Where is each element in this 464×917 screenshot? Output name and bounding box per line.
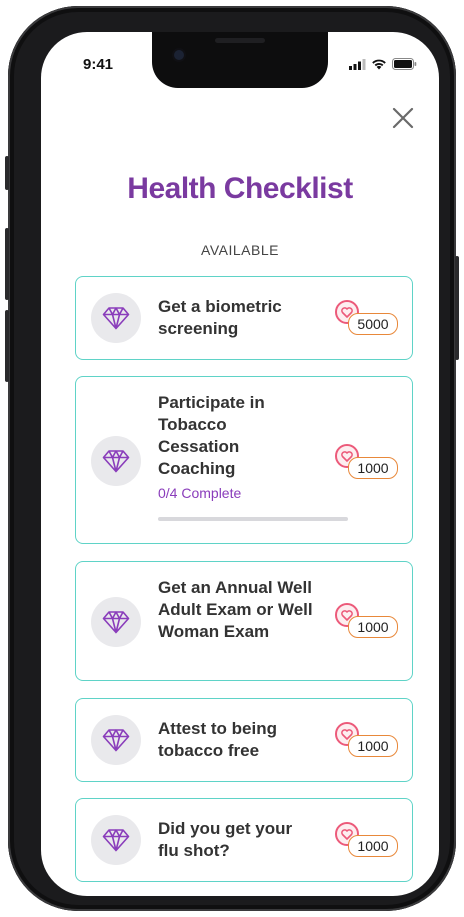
points-value: 5000 bbox=[348, 313, 398, 335]
status-time: 9:41 bbox=[83, 56, 114, 73]
reward-points: 1000 bbox=[334, 602, 400, 642]
item-title: Participate in Tobacco Cessation Coachin… bbox=[158, 393, 265, 478]
phone-frame: 9:41 Health Checklist AVAILABLE Get a bi… bbox=[5, 6, 459, 911]
reward-points: 1000 bbox=[334, 721, 400, 761]
item-icon-circle bbox=[91, 293, 141, 343]
points-value: 1000 bbox=[348, 616, 398, 638]
diamond-icon bbox=[102, 729, 130, 752]
diamond-icon bbox=[102, 611, 130, 634]
item-title: Attest to being tobacco free bbox=[158, 719, 277, 760]
diamond-icon bbox=[102, 450, 130, 473]
item-progress: 0/4 Complete bbox=[158, 485, 242, 501]
item-icon-circle bbox=[91, 815, 141, 865]
reward-points: 1000 bbox=[334, 821, 400, 861]
page-title: Health Checklist bbox=[127, 172, 353, 205]
checklist-item[interactable]: Did you get your flu shot? 1000 bbox=[75, 798, 413, 882]
checklist-item[interactable]: Participate in Tobacco Cessation Coachin… bbox=[75, 376, 413, 544]
checklist-item[interactable]: Attest to being tobacco free 1000 bbox=[75, 698, 413, 782]
reward-points: 5000 bbox=[334, 299, 400, 339]
section-label-available: AVAILABLE bbox=[201, 242, 279, 258]
points-value: 1000 bbox=[348, 457, 398, 479]
reward-points: 1000 bbox=[334, 443, 400, 483]
diamond-icon bbox=[102, 829, 130, 852]
item-title: Get an Annual Well Adult Exam or Well Wo… bbox=[158, 578, 313, 641]
points-value: 1000 bbox=[348, 735, 398, 757]
battery-icon bbox=[392, 58, 417, 70]
volume-down-button bbox=[5, 310, 9, 382]
item-title: Did you get your flu shot? bbox=[158, 819, 293, 860]
status-icons bbox=[349, 58, 417, 70]
speaker bbox=[215, 38, 265, 43]
signal-icon bbox=[349, 58, 366, 70]
item-icon-circle bbox=[91, 436, 141, 486]
camera bbox=[174, 50, 184, 60]
wifi-icon bbox=[372, 59, 386, 70]
progress-bar bbox=[158, 517, 348, 521]
mute-switch bbox=[5, 156, 9, 190]
app-screen: 9:41 Health Checklist AVAILABLE Get a bi… bbox=[41, 32, 439, 896]
diamond-icon bbox=[102, 307, 130, 330]
close-icon[interactable] bbox=[389, 104, 417, 132]
notch bbox=[152, 32, 328, 88]
item-icon-circle bbox=[91, 597, 141, 647]
item-title: Get a biometric screening bbox=[158, 297, 282, 338]
volume-up-button bbox=[5, 228, 9, 300]
power-button bbox=[455, 256, 459, 360]
checklist-item[interactable]: Get an Annual Well Adult Exam or Well Wo… bbox=[75, 561, 413, 681]
checklist-item[interactable]: Get a biometric screening 5000 bbox=[75, 276, 413, 360]
item-icon-circle bbox=[91, 715, 141, 765]
item-title-block: Participate in Tobacco Cessation Coachin… bbox=[158, 392, 298, 502]
points-value: 1000 bbox=[348, 835, 398, 857]
